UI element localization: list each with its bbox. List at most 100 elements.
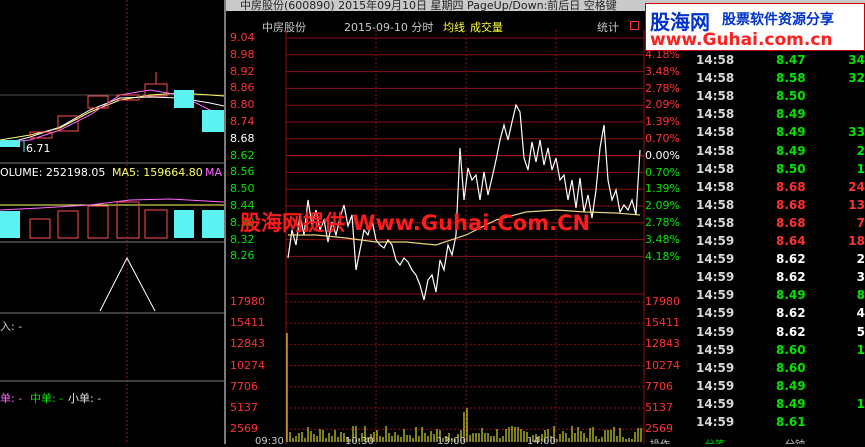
trade-row[interactable]: 14:58 8.50 1	[696, 162, 865, 180]
volume-tick-right: 2569	[645, 422, 673, 436]
trade-price: 8.50	[776, 89, 806, 104]
price-tick: 8.68	[230, 131, 255, 145]
trade-volume: 13	[848, 197, 865, 212]
tab-ticks[interactable]: 分笔	[705, 436, 725, 444]
tick-trades-table[interactable]: 14:58 8.47 34 14:58 8.58 32 14:58 8.50 14:58 8.49…	[696, 52, 865, 444]
percent-tick: 3.48%	[645, 232, 680, 246]
price-tick: 8.56	[230, 165, 255, 179]
trade-volume: 8	[856, 288, 865, 303]
volume-tick: 7706	[230, 379, 258, 393]
trade-time: 14:59	[696, 252, 735, 267]
trade-row[interactable]: 14:58 8.68 13	[696, 198, 865, 216]
trade-row[interactable]: 14:58 8.50	[696, 89, 865, 107]
percent-tick: 4.18%	[645, 249, 680, 263]
logo-tagline: 股票软件资源分享	[722, 12, 834, 28]
trade-row[interactable]: 14:59 8.60 1	[696, 343, 865, 361]
tab-operation[interactable]: 操作	[650, 436, 670, 444]
price-tick: 8.92	[230, 64, 255, 78]
trade-row[interactable]: 14:59 8.62 4	[696, 306, 865, 324]
volume-tick: 2569	[230, 422, 258, 436]
guhai-logo: 股海网 股票软件资源分享 www.Guhai.com.cn	[645, 3, 865, 51]
percent-tick: 0.70%	[645, 165, 680, 179]
volume-bar	[29, 218, 51, 239]
trade-volume: 3	[856, 270, 865, 285]
trade-time: 14:59	[696, 288, 735, 303]
large-order-label: 单: -	[0, 392, 23, 405]
trade-row[interactable]: 14:58 8.68 24	[696, 180, 865, 198]
trade-row[interactable]: 14:59 8.61	[696, 415, 865, 433]
trade-time: 14:58	[696, 143, 735, 158]
trade-row[interactable]: 14:59 8.62 3	[696, 270, 865, 288]
trade-volume: 24	[848, 179, 865, 194]
trade-row[interactable]: 14:59 8.49	[696, 379, 865, 397]
trade-volume: 4	[856, 306, 865, 321]
trade-volume: 2	[856, 252, 865, 267]
medium-order-label: 中单: -	[30, 392, 64, 405]
trade-price: 8.62	[776, 270, 806, 285]
trade-volume: 32	[848, 71, 865, 86]
price-tick: 8.62	[230, 148, 255, 162]
trade-row[interactable]: 14:59 8.49 1	[696, 397, 865, 415]
trade-price: 8.62	[776, 306, 806, 321]
left-kline-panel[interactable]: 6.71 OLUME: 252198.05 MA5: 159664.80 MA …	[0, 0, 224, 444]
volume-tick: 12843	[230, 337, 265, 351]
trade-price: 8.61	[776, 415, 806, 429]
ma5-indicator-label: MA5: 159664.80	[112, 166, 203, 179]
trade-time: 14:59	[696, 360, 735, 375]
trade-row[interactable]: 14:58 8.68 7	[696, 216, 865, 234]
volume-tick-right: 5137	[645, 401, 673, 414]
trade-row[interactable]: 14:59 8.64 18	[696, 234, 865, 252]
trade-time: 14:58	[696, 161, 735, 176]
trade-row[interactable]: 14:58 8.49 33	[696, 125, 865, 143]
percent-tick: 0.00%	[645, 148, 680, 162]
price-tick: 8.74	[230, 115, 255, 128]
volume-bar	[57, 210, 79, 239]
volume-bar	[116, 201, 140, 239]
window-toggle-icon[interactable]	[630, 21, 639, 30]
time-tick-1300: 13:00	[437, 436, 466, 447]
price-tick: 8.98	[230, 47, 255, 61]
candle	[202, 110, 224, 132]
candle	[174, 90, 194, 108]
trade-volume: 18	[848, 234, 865, 248]
trade-price: 8.49	[776, 125, 806, 140]
trade-row[interactable]: 14:59 8.49 8	[696, 288, 865, 306]
trade-time: 14:59	[696, 415, 735, 429]
trade-volume: 7	[856, 215, 865, 230]
price-line	[287, 103, 641, 301]
trade-row[interactable]: 14:59 8.62 2	[696, 252, 865, 270]
trade-volume: 1	[856, 342, 865, 357]
volume-tick-right: 10274	[645, 358, 680, 372]
percent-tick: 2.09%	[645, 199, 680, 213]
logo-url: www.Guhai.com.cn	[650, 30, 833, 50]
trade-row[interactable]: 14:59 8.62 5	[696, 325, 865, 343]
price-tick: 8.86	[230, 81, 255, 95]
trade-price: 8.50	[776, 161, 806, 176]
volume-bar	[202, 210, 224, 238]
volume-tick: 17980	[230, 295, 265, 308]
trade-row[interactable]: 14:58 8.49 2	[696, 144, 865, 162]
volume-tick-right: 17980	[645, 295, 680, 308]
trade-price: 8.60	[776, 360, 806, 375]
trade-time: 14:58	[696, 71, 735, 86]
trade-price: 8.68	[776, 215, 806, 230]
trade-row[interactable]: 14:58 8.47 34	[696, 53, 865, 71]
volume-bar	[87, 205, 109, 239]
trade-time: 14:58	[696, 197, 735, 212]
trade-time: 14:58	[696, 89, 735, 104]
volume-bar	[144, 209, 168, 239]
bottom-tab-bar: 操作 分笔 分钟	[650, 436, 865, 444]
trade-time: 14:59	[696, 324, 735, 339]
trade-time: 14:58	[696, 179, 735, 194]
tab-minutes[interactable]: 分钟	[785, 436, 805, 444]
trade-row[interactable]: 14:58 8.58 32	[696, 71, 865, 89]
left-kline-graphics	[0, 0, 224, 444]
trade-row[interactable]: 14:59 8.60	[696, 361, 865, 379]
time-tick-0930: 09:30	[255, 436, 284, 447]
trade-row[interactable]: 14:58 8.49	[696, 107, 865, 125]
volume-bar	[0, 211, 20, 238]
volume-tick: 15411	[230, 316, 265, 330]
trade-price: 8.49	[776, 288, 806, 303]
price-tick: 9.04	[230, 31, 255, 44]
price-tick: 8.26	[230, 249, 255, 263]
